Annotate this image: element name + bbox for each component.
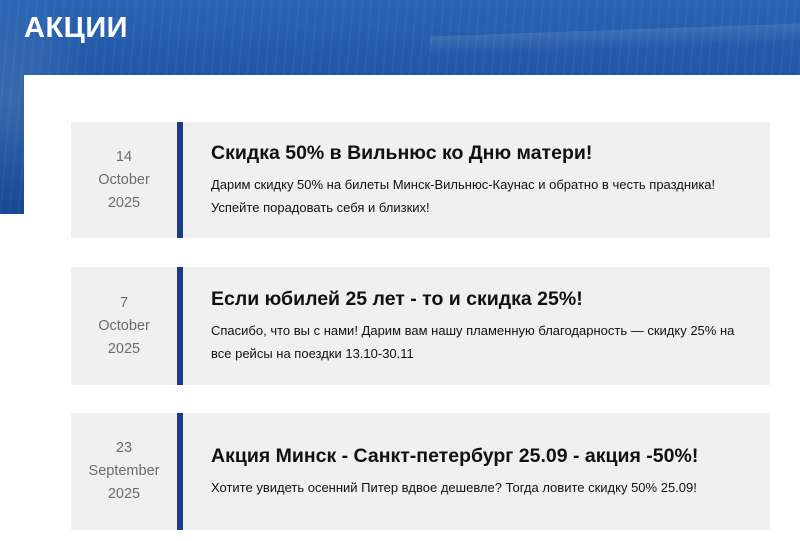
promotion-text: Хотите увидеть осенний Питер вдвое дешев… xyxy=(211,480,697,495)
promotion-title[interactable]: Если юбилей 25 лет - то и скидка 25%! xyxy=(211,287,750,311)
date-day: 7 xyxy=(119,294,129,311)
promotion-body: Скидка 50% в Вильнюс ко Дню матери! Дари… xyxy=(183,122,770,238)
promotion-item[interactable]: 14 October 2025 Скидка 50% в Вильнюс ко … xyxy=(71,122,770,238)
promotion-date: 14 October 2025 xyxy=(71,122,177,238)
date-month: September xyxy=(88,463,160,479)
date-year: 2025 xyxy=(107,340,141,357)
date-month: October xyxy=(98,317,150,334)
date-year: 2025 xyxy=(107,194,141,211)
date-day: 23 xyxy=(115,440,133,456)
promotion-text: Спасибо, что вы с нами! Дарим вам нашу п… xyxy=(211,323,735,361)
promotion-item[interactable]: 23 September 2025 Акция Минск - Санкт-пе… xyxy=(71,413,770,530)
promotion-date: 23 September 2025 xyxy=(71,413,177,530)
promotions-page: АКЦИИ 14 October 2025 Скидка 50% в Вильн… xyxy=(0,0,800,541)
promotion-title[interactable]: Скидка 50% в Вильнюс ко Дню матери! xyxy=(211,141,750,165)
banner-decoration xyxy=(430,23,800,55)
date-month: October xyxy=(98,171,150,188)
promotions-list: 14 October 2025 Скидка 50% в Вильнюс ко … xyxy=(24,75,800,541)
date-day: 14 xyxy=(115,148,133,165)
page-title: АКЦИИ xyxy=(24,12,129,44)
promotion-text: Дарим скидку 50% на билеты Минск-Вильнюс… xyxy=(211,177,716,215)
promotion-body: Если юбилей 25 лет - то и скидка 25%! Сп… xyxy=(183,267,770,385)
promotion-item[interactable]: 7 October 2025 Если юбилей 25 лет - то и… xyxy=(71,267,770,385)
promotion-date: 7 October 2025 xyxy=(71,267,177,385)
date-year: 2025 xyxy=(107,486,141,502)
promotion-body: Акция Минск - Санкт-петербург 25.09 - ак… xyxy=(183,413,770,530)
promotion-title[interactable]: Акция Минск - Санкт-петербург 25.09 - ак… xyxy=(211,444,750,468)
